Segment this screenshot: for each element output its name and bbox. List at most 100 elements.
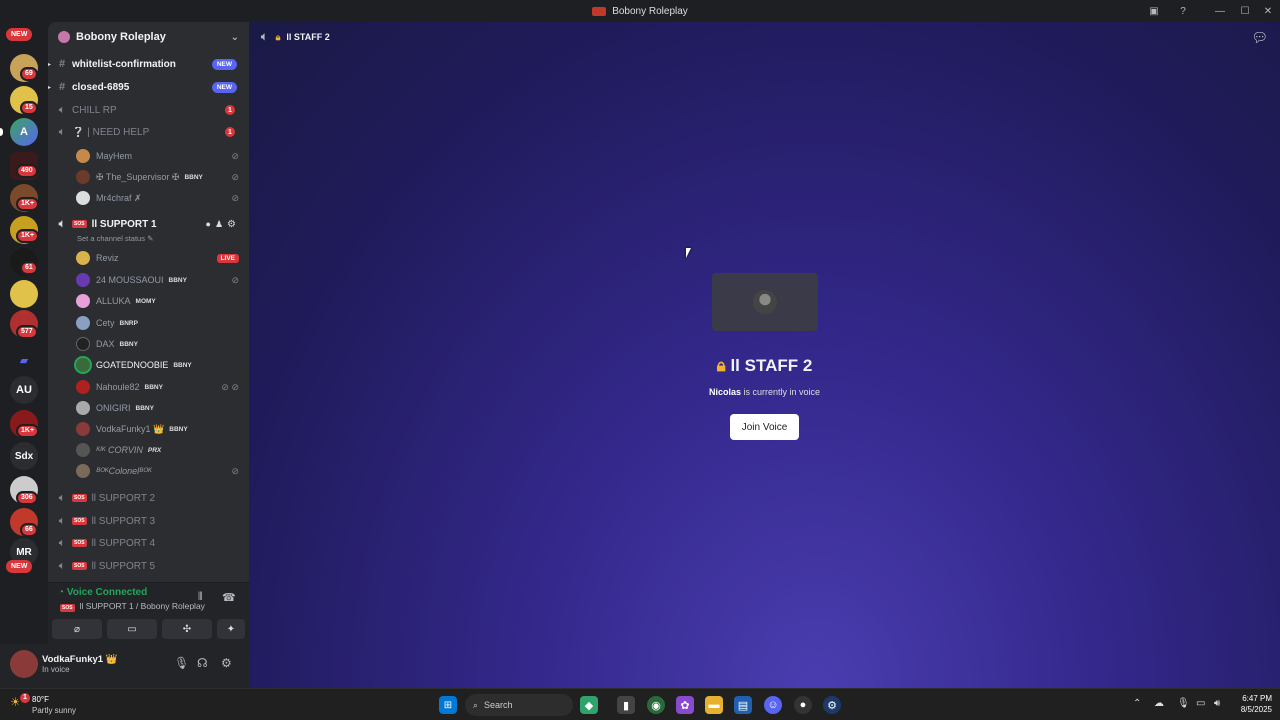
chrome-icon[interactable]: ◉ xyxy=(647,696,665,714)
channel-support-3[interactable]: 🔈︎ SOS ll SUPPORT 3 xyxy=(48,511,241,531)
channel-support-5[interactable]: 🔈︎ SOS ll SUPPORT 5 xyxy=(48,556,241,576)
join-voice-button[interactable]: Join Voice xyxy=(730,414,799,440)
speaker-icon: 🔈︎ xyxy=(58,217,66,230)
copilot-icon[interactable]: ✿ xyxy=(676,696,694,714)
hash-icon: # xyxy=(58,58,66,70)
server-icon[interactable]: A xyxy=(10,118,38,146)
chevron-up-icon[interactable]: ⌃ xyxy=(1133,698,1141,709)
speaker-icon: 🔈︎ xyxy=(58,125,66,138)
channel-need-help[interactable]: 🔈︎ ❔ | NEED HELP 1 xyxy=(48,122,241,142)
chevron-down-icon[interactable]: ⌄ xyxy=(231,32,239,43)
gear-icon[interactable]: ⚙ xyxy=(227,219,236,230)
voice-user[interactable]: MayHem ⊘ xyxy=(76,146,245,166)
taskbar-search[interactable]: ⌕ Search xyxy=(465,694,573,716)
app-icon[interactable]: ● xyxy=(794,696,812,714)
server-badge: 1K+ xyxy=(16,229,40,243)
folder-icon[interactable]: ▰ xyxy=(10,346,38,374)
microphone-icon[interactable]: 🎙︎ xyxy=(174,656,189,670)
role-badge: BBNY xyxy=(144,383,163,391)
activity-button[interactable]: ✣ xyxy=(162,619,212,639)
maximize-button[interactable]: ☐ xyxy=(1233,0,1257,22)
microphone-icon[interactable]: 🎙︎ xyxy=(1177,698,1190,709)
deafened-icon: ⊘ xyxy=(231,171,239,182)
role-badge: BBNY xyxy=(184,173,203,181)
deafened-icon: ⊘ xyxy=(231,274,239,285)
chat-bubble-icon[interactable]: 💬︎ xyxy=(1251,30,1268,46)
avatar xyxy=(76,422,90,436)
live-badge[interactable]: LIVE xyxy=(216,253,239,263)
avatar xyxy=(76,337,90,351)
windows-start-icon[interactable]: ⊞ xyxy=(439,696,457,714)
server-icon[interactable] xyxy=(10,280,38,308)
voice-channel-label[interactable]: SOS ll SUPPORT 1 / Bobony Roleplay xyxy=(60,601,205,612)
volume-icon[interactable]: 🔊︎ xyxy=(1214,698,1220,709)
store-icon[interactable]: ▤ xyxy=(734,696,752,714)
lock-icon: 🔒︎ xyxy=(275,31,281,42)
avatar xyxy=(76,316,90,330)
gear-icon[interactable]: ⚙ xyxy=(221,656,232,670)
new-tag: NEW xyxy=(211,58,237,70)
soundboard-button[interactable]: ✦ xyxy=(217,619,245,639)
noise-suppression-icon[interactable]: ⫴ xyxy=(198,591,203,604)
file-explorer-icon[interactable]: ▬ xyxy=(705,696,723,714)
voice-user[interactable]: ALLUKA MOMY xyxy=(76,291,245,311)
channel-whitelist-confirmation[interactable]: ▸ # whitelist-confirmation NEW xyxy=(48,54,241,74)
sos-icon: SOS xyxy=(72,494,87,502)
speaker-icon: 🔈︎ xyxy=(58,103,66,116)
close-button[interactable]: ✕ xyxy=(1256,0,1280,22)
voice-user[interactable]: 24 MOUSSAOUI BBNY ⊘ xyxy=(76,270,245,290)
voice-user[interactable]: Cety BNRP xyxy=(76,313,245,333)
channel-support-1[interactable]: 🔈︎ SOS ll SUPPORT 1 ● ♟ ⚙ xyxy=(48,214,241,234)
username[interactable]: VodkaFunky1 👑 xyxy=(42,654,118,665)
window-title: Bobony Roleplay xyxy=(612,5,688,17)
channel-closed[interactable]: ▸ # closed-6895 NEW xyxy=(48,77,241,97)
voice-user[interactable]: ONIGIRI BBNY xyxy=(76,398,245,418)
app-icon[interactable]: ◆ xyxy=(580,696,598,714)
voice-user[interactable]: ✠ The_Supervisor ✠ BBNY ⊘ xyxy=(76,167,245,187)
steam-icon[interactable]: ⚙ xyxy=(823,696,841,714)
cloud-icon[interactable]: ☁ xyxy=(1154,698,1164,709)
deafened-icon: ⊘ xyxy=(231,150,239,161)
voice-connected-label[interactable]: ◔ Voice Connected xyxy=(58,587,147,598)
channel-status[interactable]: Set a channel status ✎ xyxy=(77,234,153,243)
role-badge: BBNY xyxy=(119,340,138,348)
signal-icon: ◔ xyxy=(58,587,67,598)
app-logo-icon xyxy=(592,6,607,16)
voice-user-speaking[interactable]: GOATEDNOOBIE BBNY xyxy=(76,355,245,375)
hash-icon: # xyxy=(58,81,66,93)
camera-button[interactable]: ⌀ xyxy=(52,619,102,639)
avatar xyxy=(76,401,90,415)
speaker-icon: 🔈︎ xyxy=(58,491,66,504)
minimize-button[interactable]: — xyxy=(1208,0,1232,22)
server-header[interactable]: Bobony Roleplay ⌄ xyxy=(48,22,249,52)
headphones-icon[interactable]: ☊ xyxy=(197,656,208,670)
channel-support-4[interactable]: 🔈︎ SOS ll SUPPORT 4 xyxy=(48,533,241,553)
avatar[interactable] xyxy=(10,650,38,678)
network-icon[interactable]: ▭ xyxy=(1196,698,1205,709)
voice-user[interactable]: Mr4chraf ✗ ⊘ xyxy=(76,188,245,208)
server-icon[interactable]: Sdx xyxy=(10,442,38,470)
chat-icon[interactable]: ● xyxy=(206,219,211,229)
help-icon[interactable]: ? xyxy=(1171,0,1195,22)
taskbar: ☀ 1 80°F Partly sunny ⊞ ⌕ Search ◆ ▮ ◉ ✿… xyxy=(0,688,1280,720)
invite-icon[interactable]: ♟ xyxy=(215,219,223,230)
server-icon[interactable]: AU xyxy=(10,376,38,404)
channel-support-2[interactable]: 🔈︎ SOS ll SUPPORT 2 xyxy=(48,488,241,508)
voice-user[interactable]: DAX BBNY xyxy=(76,334,245,354)
voice-user[interactable]: Reviz LIVE xyxy=(76,248,245,268)
disconnect-icon[interactable]: ☎ xyxy=(222,591,236,604)
server-badge: 306 xyxy=(16,491,38,505)
voice-user[interactable]: ᴷᴵᴷ CORVIN PRX xyxy=(76,440,245,460)
sos-icon: SOS xyxy=(72,517,87,525)
camera-off-icon: ⌀ xyxy=(73,623,81,635)
discord-icon[interactable]: ☺ xyxy=(764,696,782,714)
inbox-icon[interactable]: ▣ xyxy=(1142,0,1166,22)
clock[interactable]: 6:47 PM 8/5/2025 xyxy=(1232,693,1272,715)
channel-chill-rp[interactable]: 🔈︎ CHILL RP 1 xyxy=(48,100,241,120)
voice-user[interactable]: ᴮᴼᴷColonelᴮᴼᴷ ⊘ xyxy=(76,461,245,481)
voice-user[interactable]: Nahoule82 BBNY ⊘ ⊘ xyxy=(76,377,245,397)
voice-user[interactable]: VodkaFunky1 👑 BBNY xyxy=(76,419,245,439)
screen-share-button[interactable]: ▭ xyxy=(107,619,157,639)
task-view-icon[interactable]: ▮ xyxy=(617,696,635,714)
avatar xyxy=(76,273,90,287)
